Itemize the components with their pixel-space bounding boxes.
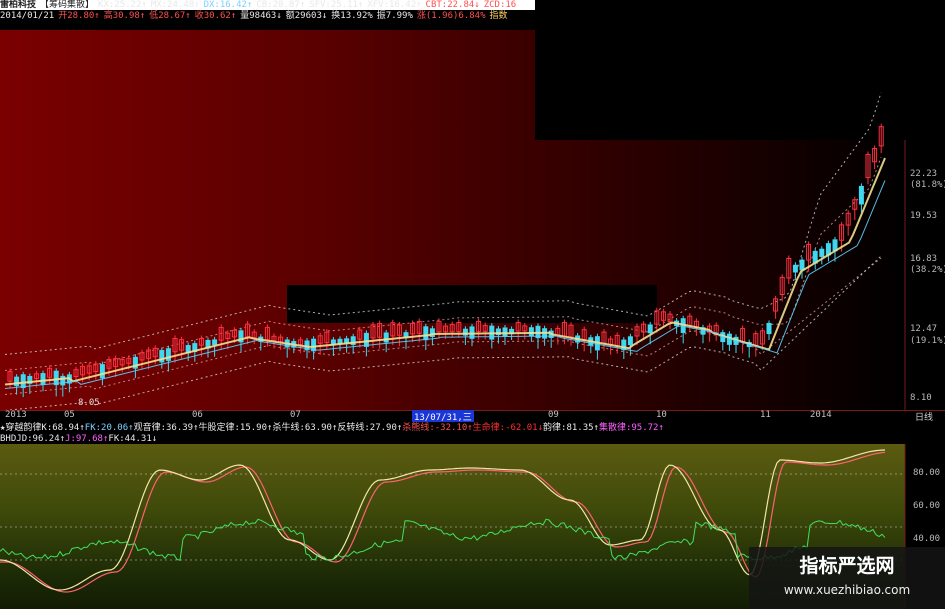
price-tick-0: 22.23 <box>910 169 938 179</box>
oscillator-tick-0: 80.00 <box>913 468 941 478</box>
price-tick-2: 19.53 <box>910 211 938 221</box>
oscillator-tick-1: 60.00 <box>913 501 941 511</box>
watermark-title: 指标严选网 <box>799 555 895 577</box>
price-tick-6: (19.1%) <box>910 336 945 346</box>
price-tick-4: (38.2%) <box>910 265 945 275</box>
watermark-url: www.xuezhibiao.com <box>783 583 911 597</box>
oscillator-tick-2: 40.00 <box>913 534 941 544</box>
price-tick-5: 12.47 <box>910 324 938 334</box>
price-tick-1: (81.8%) <box>910 180 945 190</box>
low-marker: 8.05 <box>78 398 100 408</box>
oscillator-canvas <box>0 444 906 609</box>
price-tick-3: 16.83 <box>910 254 938 264</box>
price-tick-7: 8.10 <box>910 393 932 403</box>
stock-chart-window: { "stock": {"name":"雷柏科技","tag":"【筹码集散】"… <box>0 0 945 609</box>
